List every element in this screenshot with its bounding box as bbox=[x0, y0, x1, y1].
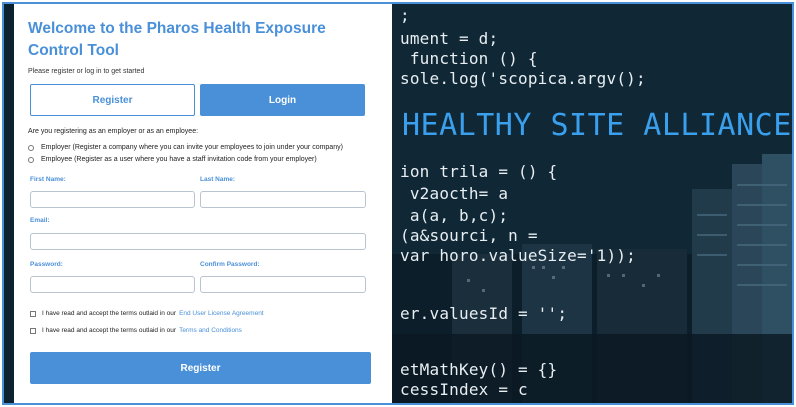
last-name-field[interactable] bbox=[200, 191, 366, 208]
password-field[interactable] bbox=[30, 276, 195, 293]
page-subtitle: Please register or log in to get started bbox=[28, 68, 145, 75]
email-label: Email: bbox=[30, 217, 50, 224]
app-frame: ; ument = d; function () { sole.log('sco… bbox=[2, 2, 794, 405]
email-field[interactable] bbox=[30, 233, 366, 250]
code-line: v2aocth= a bbox=[400, 184, 509, 203]
code-line: ; bbox=[400, 6, 410, 25]
code-line: cessIndex = c bbox=[400, 380, 528, 399]
tab-register[interactable]: Register bbox=[30, 84, 195, 116]
eula-terms-row: I have read and accept the terms outlaid… bbox=[30, 310, 264, 317]
last-name-label: Last Name: bbox=[200, 176, 236, 183]
employee-option[interactable]: Employee (Register as a user where you h… bbox=[28, 156, 317, 163]
employer-option-label: Employer (Register a company where you c… bbox=[41, 144, 343, 151]
terms-conditions-link[interactable]: Terms and Conditions bbox=[179, 327, 242, 334]
code-line: ument = d; bbox=[400, 29, 499, 48]
confirm-password-field[interactable] bbox=[200, 276, 366, 293]
terms-checkbox[interactable] bbox=[30, 327, 36, 334]
code-line: function () { bbox=[400, 49, 538, 68]
code-line: sole.log('scopica.argv(); bbox=[400, 69, 646, 88]
register-submit-button[interactable]: Register bbox=[30, 352, 371, 384]
eula-checkbox[interactable] bbox=[30, 310, 36, 317]
first-name-field[interactable] bbox=[30, 191, 195, 208]
terms-conditions-row: I have read and accept the terms outlaid… bbox=[30, 327, 242, 334]
code-line: a(a, b,c); bbox=[400, 206, 509, 225]
code-line: var horo.valueSize='1)); bbox=[400, 246, 636, 265]
eula-link[interactable]: End User License Agreement bbox=[179, 310, 264, 317]
page-title: Welcome to the Pharos Health Exposure Co… bbox=[28, 20, 326, 59]
code-line: er.valuesId = ''; bbox=[400, 304, 568, 323]
password-label: Password: bbox=[30, 261, 63, 268]
employer-radio[interactable] bbox=[28, 144, 34, 151]
registration-card: Welcome to the Pharos Health Exposure Co… bbox=[14, 4, 392, 403]
first-name-label: First Name: bbox=[30, 176, 66, 183]
hero-title: HEALTHY SITE ALLIANCE bbox=[402, 108, 792, 143]
employee-radio[interactable] bbox=[28, 156, 34, 163]
code-line: etMathKey() = {} bbox=[400, 360, 558, 379]
employee-option-label: Employee (Register as a user where you h… bbox=[41, 156, 317, 163]
account-type-question: Are you registering as an employer or as… bbox=[28, 128, 199, 135]
terms-text: I have read and accept the terms outlaid… bbox=[42, 327, 177, 334]
employer-option[interactable]: Employer (Register a company where you c… bbox=[28, 144, 343, 151]
background-panel: ; ument = d; function () { sole.log('sco… bbox=[392, 4, 792, 403]
code-line: ion trila = () { bbox=[400, 162, 558, 181]
eula-terms-text: I have read and accept the terms outlaid… bbox=[42, 310, 177, 317]
tab-login[interactable]: Login bbox=[200, 84, 365, 116]
code-line: (a&sourci, n = bbox=[400, 226, 538, 245]
confirm-password-label: Confirm Password: bbox=[200, 261, 260, 268]
